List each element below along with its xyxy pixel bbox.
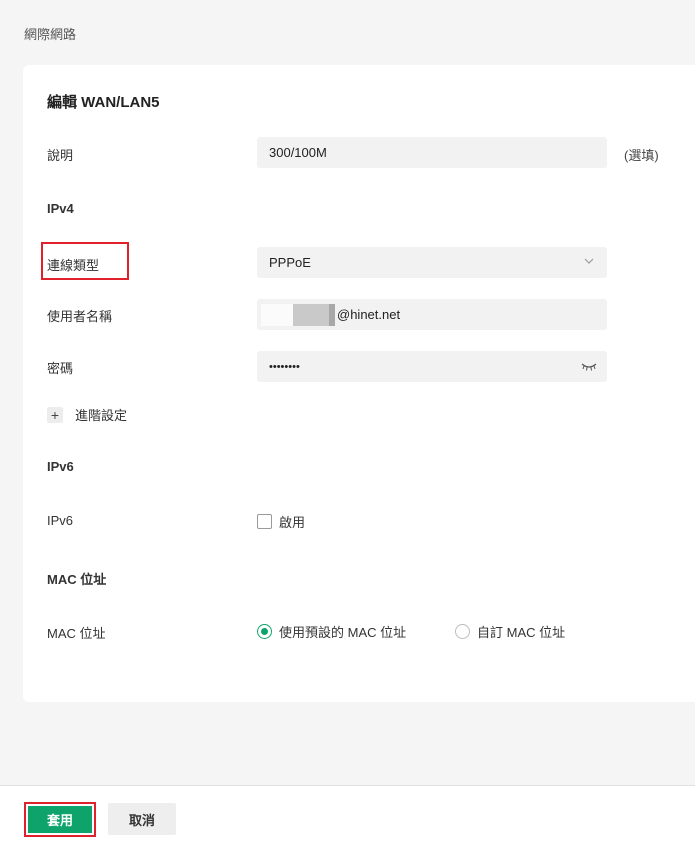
card-title: 編輯 WAN/LAN5 (47, 94, 160, 111)
mac-default-label: 使用預設的 MAC 位址 (279, 625, 407, 640)
mac-default-option[interactable]: 使用預設的 MAC 位址 (257, 622, 406, 641)
description-value: 300/100M (269, 145, 327, 160)
ipv6-enable-label: 啟用 (279, 515, 306, 530)
redacted-block (293, 303, 329, 326)
description-input[interactable]: 300/100M (257, 137, 607, 168)
edit-wan-card: 編輯 WAN/LAN5 說明 300/100M (選填) IPv4 連線類型 P… (23, 65, 695, 702)
mac-custom-label: 自訂 MAC 位址 (477, 625, 566, 640)
footer-bar (0, 785, 695, 841)
redacted-block (261, 303, 293, 326)
connection-type-value: PPPoE (269, 255, 311, 270)
mac-custom-option[interactable]: 自訂 MAC 位址 (455, 622, 565, 641)
radio-unselected[interactable] (455, 624, 470, 639)
checkbox-box[interactable] (257, 514, 272, 529)
breadcrumb: 網際網路 (24, 27, 77, 42)
ipv4-section-title: IPv4 (47, 201, 74, 216)
password-value: •••••••• (269, 360, 300, 373)
redacted-block (329, 303, 335, 326)
connection-type-select[interactable]: PPPoE (257, 247, 607, 278)
mac-section-title: MAC 位址 (47, 572, 107, 587)
ipv6-label: IPv6 (47, 513, 74, 528)
username-input[interactable]: @hinet.net (257, 299, 607, 330)
username-label: 使用者名稱 (47, 309, 113, 324)
apply-button[interactable]: 套用 (28, 806, 92, 833)
mac-label: MAC 位址 (47, 626, 106, 641)
connection-type-label: 連線類型 (47, 258, 100, 273)
eye-closed-icon[interactable] (581, 360, 597, 372)
password-input[interactable]: •••••••• (257, 351, 607, 382)
username-suffix: @hinet.net (337, 307, 401, 322)
password-label: 密碼 (47, 361, 74, 376)
plus-icon: + (47, 406, 63, 423)
advanced-settings-toggle[interactable]: + 進階設定 (47, 405, 127, 424)
advanced-settings-label: 進階設定 (75, 408, 128, 423)
radio-selected[interactable] (257, 624, 272, 639)
cancel-button[interactable]: 取消 (108, 803, 176, 835)
chevron-down-icon (584, 258, 594, 264)
ipv6-section-title: IPv6 (47, 459, 74, 474)
description-label: 說明 (47, 148, 74, 163)
apply-button-highlight: 套用 (24, 802, 96, 837)
ipv6-enable-checkbox[interactable]: 啟用 (257, 512, 305, 531)
optional-hint: (選填) (624, 148, 659, 163)
